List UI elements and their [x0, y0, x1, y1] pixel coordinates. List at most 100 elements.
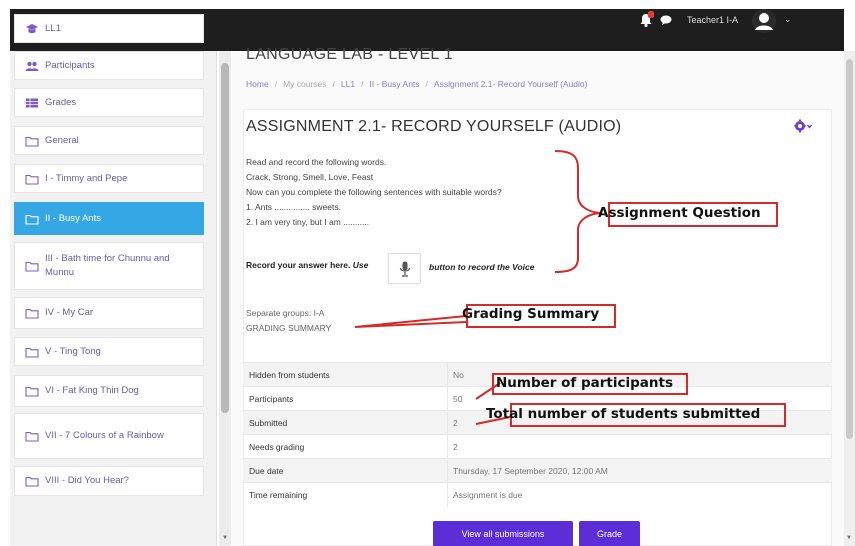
sidebar-item-label: I - Timmy and Pepe: [45, 172, 128, 184]
table-row-label: Due date: [249, 465, 284, 476]
assignment-title: ASSIGNMENT 2.1- RECORD YOURSELF (AUDIO): [246, 118, 622, 135]
folder-icon: [25, 308, 39, 319]
notification-badge: [648, 11, 654, 18]
user-avatar-icon[interactable]: [752, 9, 776, 33]
sidebar-item[interactable]: VI - Fat King Thin Dog: [14, 375, 204, 407]
breadcrumb-separator: /: [274, 79, 278, 89]
breadcrumb-home[interactable]: Home: [246, 79, 269, 89]
assignment-instructions: Read and record the following words. Cra…: [246, 155, 502, 230]
sidebar-item-label: VIII - Did You Hear?: [45, 475, 129, 486]
table-row-label: Submitted: [249, 417, 288, 428]
table-row-value: 50: [453, 393, 463, 404]
page-scrollbar[interactable]: ▼: [844, 51, 855, 546]
table-row-label: Hidden from students: [249, 369, 330, 380]
record-instruction: Record your answer here. Use: [246, 260, 368, 270]
instruction-line: Read and record the following words.: [246, 157, 387, 167]
page-scrollbar-thumb[interactable]: [846, 59, 853, 439]
record-prefix: Record your answer here.: [246, 260, 351, 270]
scroll-down-arrow-icon[interactable]: ▼: [846, 535, 852, 541]
sidebar-item-label: V - Ting Tong: [45, 345, 101, 357]
sidebar-scrollbar-thumb[interactable]: [221, 63, 229, 413]
sidebar-item[interactable]: III - Bath time for Chunnu and Munnu: [14, 242, 204, 290]
breadcrumb-section[interactable]: II - Busy Ants: [369, 79, 419, 89]
sidebar-item-label: VI - Fat King Thin Dog: [45, 385, 139, 396]
table-divider: [447, 435, 448, 459]
table-row-value: 2: [453, 417, 458, 428]
participants-label: Number of participants: [496, 375, 674, 391]
messages-icon[interactable]: [660, 15, 672, 25]
instruction-line: Now can you complete the following sente…: [246, 187, 502, 197]
breadcrumb-current[interactable]: Assignment 2.1- Record Yourself (Audio): [434, 79, 588, 89]
sidebar-item-label: General: [45, 134, 79, 146]
table-divider: [447, 363, 448, 387]
sidebar-item[interactable]: LL1: [14, 14, 204, 43]
gear-icon[interactable]: [794, 119, 812, 133]
instruction-line: Crack, Strong, Smell, Love, Feast: [246, 172, 374, 182]
folder-icon: [25, 136, 39, 147]
folder-icon: [25, 431, 39, 442]
separate-groups-label[interactable]: Separate groups: I-A: [246, 306, 331, 321]
scroll-down-arrow-icon[interactable]: ▼: [222, 535, 228, 541]
sidebar-item-label: IV - My Car: [45, 307, 94, 318]
table-row: Time remaining Assignment is due: [243, 482, 832, 507]
folder-icon: [25, 214, 39, 225]
table-icon: [26, 98, 38, 107]
record-use: Use: [352, 260, 369, 270]
sidebar-scrollbar[interactable]: ▼: [219, 51, 231, 546]
sidebar-item-label: Grades: [45, 96, 77, 108]
instruction-line: 2. I am very tiny, but I am ...........: [246, 217, 370, 227]
breadcrumb-course[interactable]: LL1: [341, 79, 355, 89]
record-audio-button[interactable]: [388, 253, 421, 284]
breadcrumb-separator: /: [332, 79, 335, 89]
sidebar-item[interactable]: Participants: [14, 51, 204, 80]
sidebar-item[interactable]: V - Ting Tong: [14, 337, 204, 366]
breadcrumb-my-courses[interactable]: My courses: [283, 79, 326, 89]
folder-icon: [25, 386, 39, 397]
view-all-submissions-button[interactable]: View all submissions: [433, 521, 573, 546]
sidebar-item-label: LL1: [45, 22, 61, 34]
sidebar-item[interactable]: I - Timmy and Pepe: [14, 164, 204, 193]
breadcrumb-separator: /: [425, 79, 428, 89]
table-row-value: 2: [453, 441, 458, 452]
assignment-question-label: Assignment Question: [598, 205, 761, 221]
table-row-value: Assignment is due: [453, 489, 523, 500]
folder-icon: [25, 476, 39, 487]
chevron-down-icon[interactable]: ⌄: [784, 14, 792, 25]
folder-icon: [25, 261, 39, 272]
breadcrumb: Home / My courses / LL1 / II - Busy Ants / Assig…: [246, 79, 587, 89]
folder-icon: [25, 174, 39, 185]
group-info: Separate groups: I-A GRADING SUMMARY: [246, 306, 331, 336]
table-row: Needs grading 2: [243, 434, 832, 459]
instruction-line: 1. Ants ............... sweets.: [246, 202, 341, 212]
sidebar-item[interactable]: VII - 7 Colours of a Rainbow: [14, 413, 204, 459]
table-row-label: Participants: [249, 393, 294, 404]
table-row-value: No: [453, 369, 464, 380]
sidebar-item[interactable]: General: [14, 126, 204, 155]
sidebar-item-label: Participants: [45, 59, 95, 71]
grading-summary-heading: GRADING SUMMARY: [246, 323, 332, 333]
table-row-value: Thursday, 17 September 2020, 12:00 AM: [453, 465, 608, 476]
microphone-icon: [399, 261, 410, 277]
grade-button[interactable]: Grade: [579, 521, 640, 546]
sidebar-item[interactable]: IV - My Car: [14, 297, 204, 329]
users-icon: [25, 61, 39, 71]
table-row: Due date Thursday, 17 September 2020, 12:…: [243, 458, 832, 483]
course-title: LANGUAGE LAB - LEVEL 1: [246, 46, 453, 63]
table-row-label: Needs grading: [249, 441, 305, 452]
breadcrumb-separator: /: [361, 79, 364, 89]
record-suffix: button to record the Voice: [429, 262, 535, 272]
table-row-label: Time remaining: [249, 489, 308, 500]
sidebar-item-label: III - Bath time for Chunnu and Munnu: [45, 253, 170, 278]
sidebar-item[interactable]: VIII - Did You Hear?: [14, 466, 204, 496]
table-divider: [447, 387, 448, 411]
grading-summary-label: Grading Summary: [462, 306, 600, 322]
sidebar-item-label: II - Busy Ants: [45, 212, 101, 224]
table-divider: [447, 411, 448, 435]
table-divider: [447, 459, 448, 483]
sidebar-item[interactable]: II - Busy Ants: [14, 202, 204, 235]
sidebar-item[interactable]: Grades: [14, 88, 204, 117]
submitted-label: Total number of students submitted: [486, 406, 761, 422]
table-divider: [447, 483, 448, 507]
folder-icon: [25, 347, 39, 358]
user-name[interactable]: Teacher1 I-A: [687, 15, 738, 25]
